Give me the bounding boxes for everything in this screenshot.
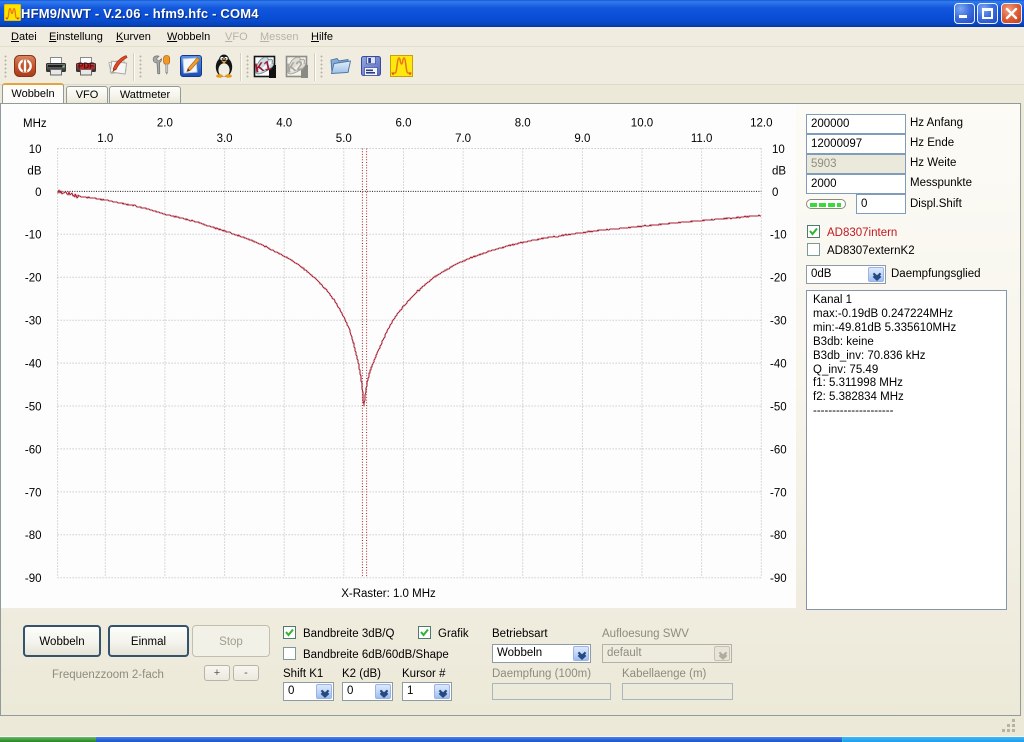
svg-text:-20: -20 (25, 273, 42, 285)
svg-text:6.0: 6.0 (396, 118, 412, 130)
svg-text:1.0: 1.0 (97, 133, 113, 145)
svg-text:dB: dB (772, 165, 786, 177)
svg-text:2.0: 2.0 (157, 118, 173, 130)
svg-text:11.0: 11.0 (691, 133, 713, 145)
svg-text:-70: -70 (25, 487, 42, 499)
svg-text:-40: -40 (770, 359, 787, 371)
svg-text:-80: -80 (770, 530, 787, 542)
svg-text:12.0: 12.0 (750, 118, 772, 130)
svg-text:PDF: PDF (78, 62, 94, 71)
svg-text:-50: -50 (25, 401, 42, 413)
svg-text:-90: -90 (25, 573, 42, 585)
svg-text:5.0: 5.0 (336, 133, 352, 145)
svg-text:0: 0 (772, 187, 778, 199)
svg-text:-40: -40 (25, 359, 42, 371)
svg-text:10.0: 10.0 (631, 118, 653, 130)
svg-text:10: 10 (29, 144, 42, 156)
svg-text:MHz: MHz (23, 118, 47, 130)
svg-text:-30: -30 (25, 316, 42, 328)
svg-text:0: 0 (35, 187, 41, 199)
svg-text:dB: dB (27, 165, 41, 177)
svg-text:-60: -60 (25, 444, 42, 456)
svg-text:-60: -60 (770, 444, 787, 456)
svg-text:-20: -20 (770, 273, 787, 285)
svg-text:X-Raster: 1.0 MHz: X-Raster: 1.0 MHz (341, 588, 436, 600)
svg-text:8.0: 8.0 (515, 118, 531, 130)
svg-text:10: 10 (772, 144, 785, 156)
svg-text:9.0: 9.0 (574, 133, 590, 145)
svg-text:-80: -80 (25, 530, 42, 542)
svg-text:4.0: 4.0 (276, 118, 292, 130)
svg-text:-50: -50 (770, 401, 787, 413)
svg-text:3.0: 3.0 (217, 133, 233, 145)
svg-text:-70: -70 (770, 487, 787, 499)
svg-text:-10: -10 (25, 230, 42, 242)
svg-text:-10: -10 (770, 230, 787, 242)
svg-text:7.0: 7.0 (455, 133, 471, 145)
svg-text:-90: -90 (770, 573, 787, 585)
svg-text:-30: -30 (770, 316, 787, 328)
